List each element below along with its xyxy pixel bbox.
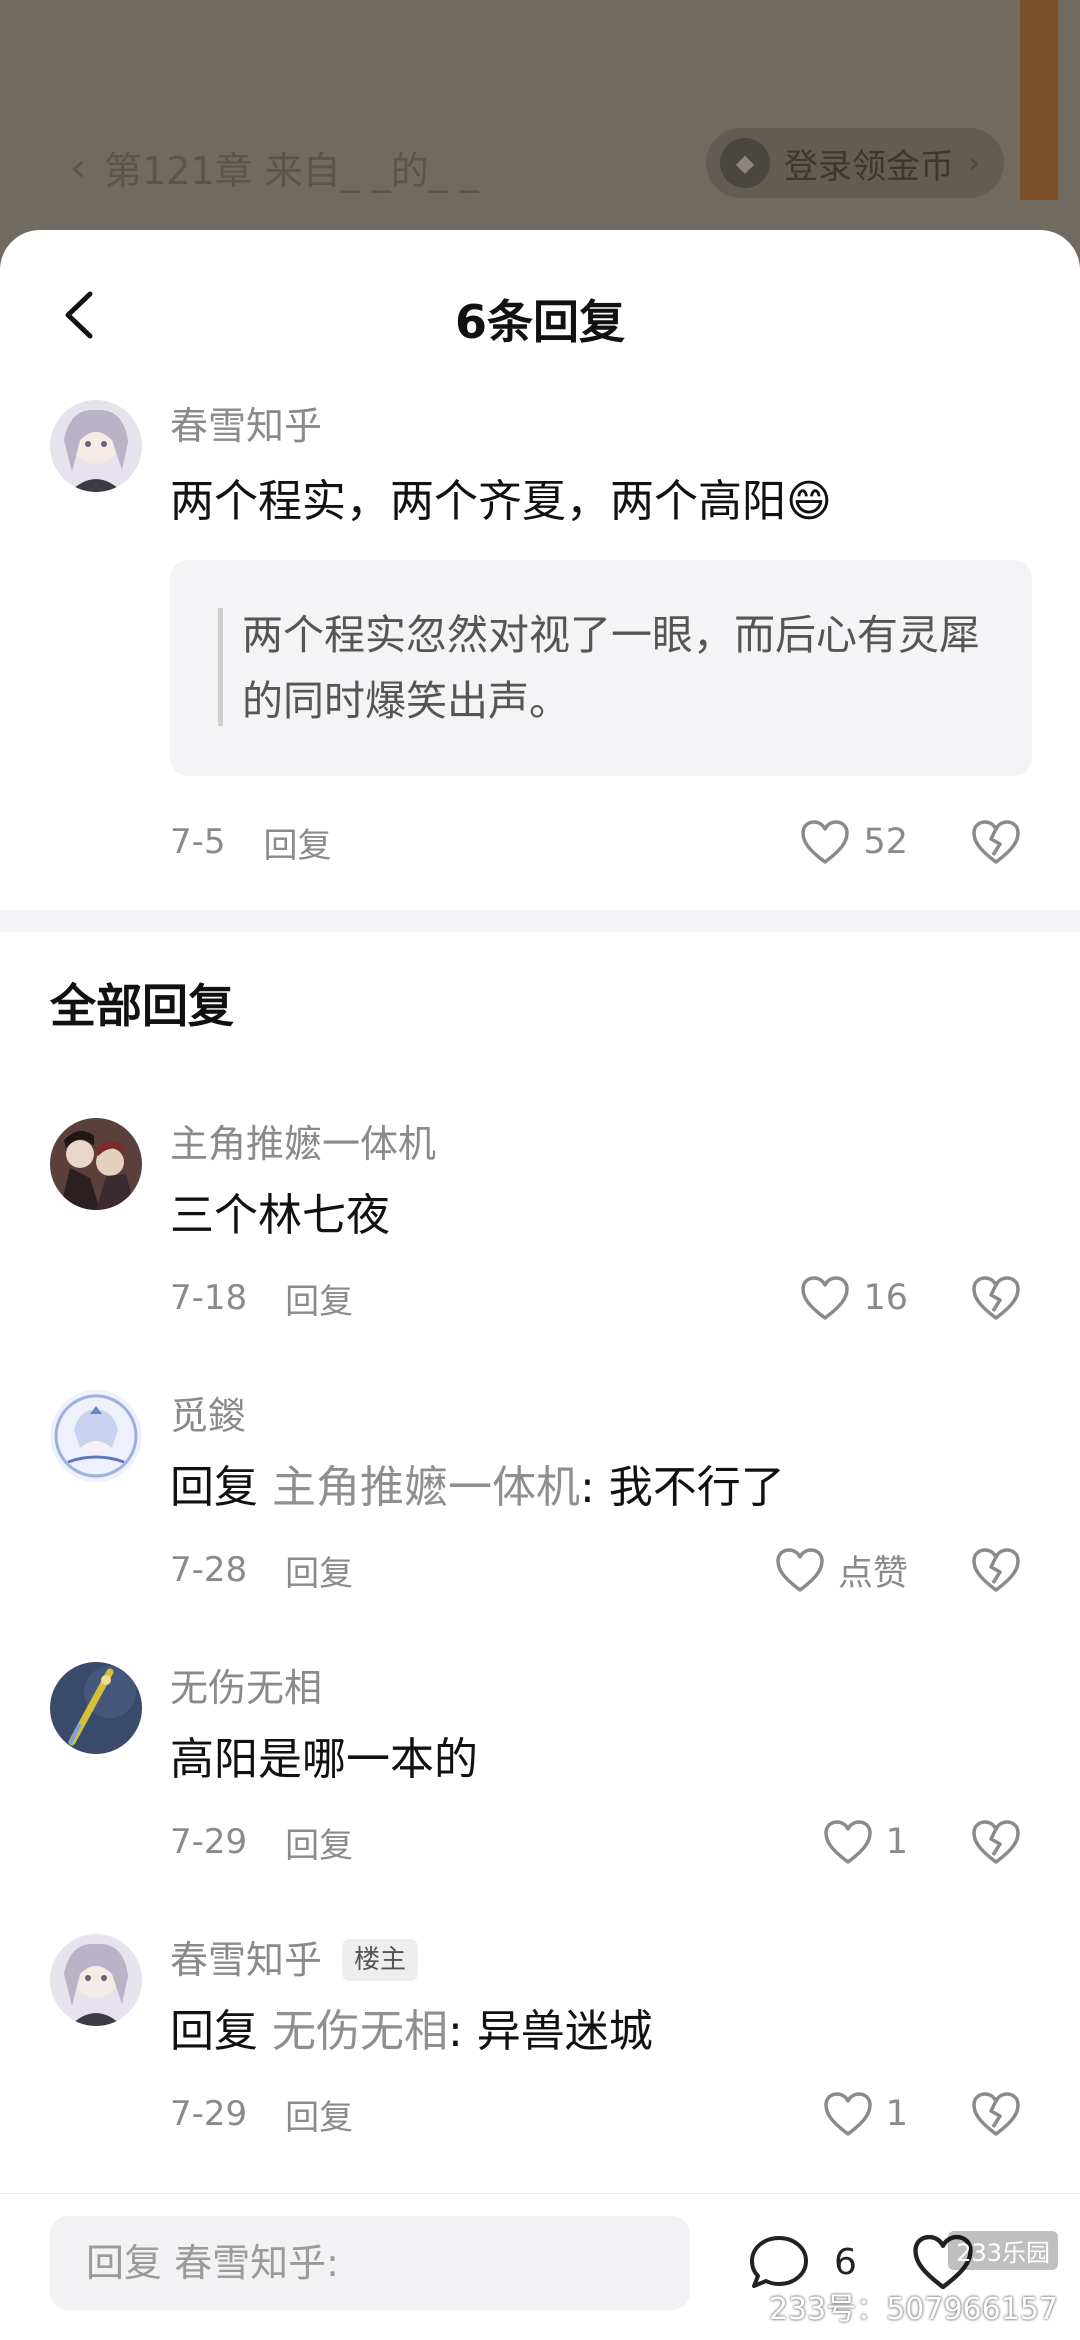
reply-link[interactable]: 回复 [285, 1274, 353, 1323]
avatar[interactable] [50, 400, 142, 492]
author-badge: 楼主 [342, 1939, 419, 1981]
like-count: 点赞 [837, 1553, 908, 1594]
reply-prefix: 回复 [170, 1462, 272, 1513]
watermark-logo: 233乐园 [948, 2231, 1058, 2270]
like-count: 1 [885, 1822, 908, 1862]
avatar[interactable] [50, 1662, 142, 1754]
reply-meta: 7-29 回复 1 [170, 2084, 1032, 2144]
reply-meta: 7-29 回复 1 [170, 1812, 1032, 1872]
heart-icon [823, 2092, 872, 2136]
reply-item: 无伤无相 高阳是哪一本的 7-29 回复 1 [0, 1662, 1080, 1872]
all-replies-title: 全部回复 [50, 979, 234, 1033]
dislike-broken-heart-icon[interactable] [970, 817, 1022, 867]
reply-link[interactable]: 回复 [264, 818, 332, 867]
chapter-title-text: 第121章 来自_ _的_ _ [104, 149, 479, 193]
comment-count-button[interactable]: 6 [748, 2234, 857, 2290]
heart-icon [776, 1548, 824, 1592]
username-text: 无伤无相 [170, 1666, 323, 1710]
avatar[interactable] [50, 1934, 142, 2026]
avatar[interactable] [50, 1118, 142, 1210]
chevron-left-icon: ‹ [70, 144, 86, 191]
reply-list: 主角推嬷一体机 三个林七夜 7-18 回复 16 觅鍐 回复 主角推嬷一体机: … [0, 1118, 1080, 2144]
coin-icon: ◆ [720, 138, 770, 188]
speech-bubble-icon [750, 2236, 808, 2288]
username[interactable]: 春雪知乎 楼主 [170, 1934, 1032, 1986]
heart-icon [801, 820, 850, 864]
reply-link[interactable]: 回复 [285, 2090, 353, 2139]
heart-icon [823, 1820, 872, 1864]
reply-date: 7-18 [170, 1278, 248, 1318]
reply-date: 7-29 [170, 2094, 248, 2134]
username-text: 觅鍐 [170, 1394, 247, 1438]
comment-text: 两个程实，两个齐夏，两个高阳😄 [170, 470, 1032, 534]
dislike-broken-heart-icon[interactable] [970, 2089, 1022, 2139]
username-text: 主角推嬷一体机 [170, 1122, 437, 1166]
replies-sheet: 6条回复 春雪知乎 两个程实，两个齐夏，两个高阳😄 两个程实忽然对视了一眼，而后… [0, 230, 1080, 2340]
sheet-title: 6条回复 [454, 295, 625, 349]
section-divider [0, 910, 1080, 932]
username[interactable]: 春雪知乎 [170, 400, 1032, 452]
coin-button-label: 登录领金币 [784, 146, 954, 187]
username[interactable]: 觅鍐 [170, 1390, 1032, 1442]
reply-prefix: 回复 [170, 2006, 272, 2057]
reply-text-body: 三个林七夜 [170, 1190, 390, 1241]
heart-icon [801, 1276, 850, 1320]
like-count: 1 [885, 2094, 908, 2134]
like-count: 16 [863, 1278, 908, 1318]
reply-text: 三个林七夜 [170, 1184, 1032, 1248]
comment-text-body: 两个程实，两个齐夏，两个高阳 [170, 476, 786, 527]
reply-link[interactable]: 回复 [285, 1546, 353, 1595]
avatar[interactable] [50, 1390, 142, 1482]
reply-text: 回复 主角推嬷一体机: 我不行了 [170, 1456, 1032, 1520]
username[interactable]: 无伤无相 [170, 1662, 1032, 1714]
username-text: 春雪知乎 [170, 1938, 323, 1982]
like-count: 52 [863, 822, 908, 862]
comment-count: 6 [834, 2241, 857, 2283]
reply-meta: 7-18 回复 16 [170, 1268, 1032, 1328]
dislike-broken-heart-icon[interactable] [970, 1273, 1022, 1323]
reply-text-body: : 异兽迷城 [448, 2006, 653, 2057]
dislike-broken-heart-icon[interactable] [970, 1545, 1022, 1595]
like-button[interactable]: 16 [799, 1274, 908, 1322]
like-button[interactable]: 52 [799, 818, 908, 866]
username[interactable]: 主角推嬷一体机 [170, 1118, 1032, 1170]
reply-date: 7-28 [170, 1550, 248, 1590]
main-comment: 春雪知乎 两个程实，两个齐夏，两个高阳😄 两个程实忽然对视了一眼，而后心有灵犀的… [0, 400, 1080, 872]
reply-item: 春雪知乎 楼主 回复 无伤无相: 异兽迷城 7-29 回复 1 [0, 1934, 1080, 2144]
reply-text-body: 高阳是哪一本的 [170, 1734, 478, 1785]
bookmark-ribbon[interactable] [1020, 0, 1058, 200]
like-button[interactable]: 1 [822, 2090, 908, 2138]
reply-item: 觅鍐 回复 主角推嬷一体机: 我不行了 7-28 回复 点赞 [0, 1390, 1080, 1600]
username-text: 春雪知乎 [170, 404, 323, 448]
quote-text: 两个程实忽然对视了一眼，而后心有灵犀的同时爆笑出声。 [242, 611, 980, 725]
mention-link[interactable]: 无伤无相 [272, 2006, 448, 2057]
mention-link[interactable]: 主角推嬷一体机 [272, 1462, 580, 1513]
reply-date: 7-29 [170, 1822, 248, 1862]
chapter-title[interactable]: ‹ 第121章 来自_ _的_ _ [70, 140, 479, 195]
reply-item: 主角推嬷一体机 三个林七夜 7-18 回复 16 [0, 1118, 1080, 1328]
sheet-header: 6条回复 [0, 230, 1080, 400]
reply-text-body: : 我不行了 [580, 1462, 785, 1513]
chevron-right-icon: › [968, 145, 980, 181]
comment-date: 7-5 [170, 822, 226, 862]
login-coin-button[interactable]: ◆ 登录领金币 › [706, 128, 1004, 198]
like-button[interactable]: 1 [822, 1818, 908, 1866]
reply-meta: 7-28 回复 点赞 [170, 1540, 1032, 1600]
comment-meta: 7-5 回复 52 [170, 812, 1032, 872]
dislike-broken-heart-icon[interactable] [970, 1817, 1022, 1867]
reply-link[interactable]: 回复 [285, 1818, 353, 1867]
reply-text: 高阳是哪一本的 [170, 1728, 1032, 1792]
reply-input[interactable]: 回复 春雪知乎: [50, 2216, 690, 2310]
reply-text: 回复 无伤无相: 异兽迷城 [170, 2000, 1032, 2064]
grin-emoji-icon: 😄 [786, 476, 832, 527]
quoted-passage[interactable]: 两个程实忽然对视了一眼，而后心有灵犀的同时爆笑出声。 [170, 560, 1032, 776]
watermark-id: 233号：507966157 [768, 2292, 1058, 2327]
like-button[interactable]: 点赞 [774, 1545, 908, 1596]
reader-background: ‹ 第121章 来自_ _的_ _ ◆ 登录领金币 › [0, 0, 1080, 240]
